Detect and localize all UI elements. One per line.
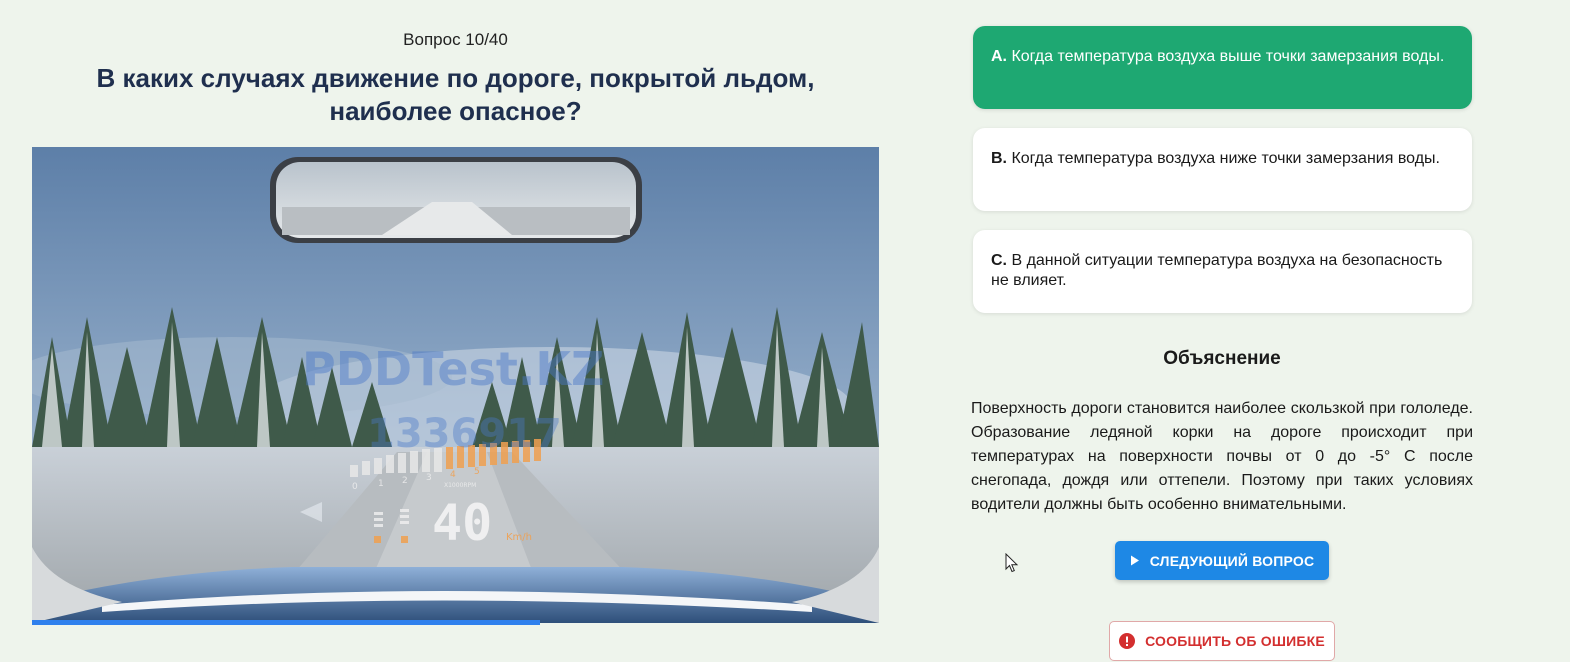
play-icon — [1130, 555, 1139, 566]
rpm-tick: 4 — [450, 470, 456, 480]
rpm-tick: 5 — [474, 467, 480, 477]
question-title: В каких случаях движение по дороге, покр… — [96, 63, 815, 126]
alert-circle-icon — [1119, 633, 1136, 649]
answer-text: В данной ситуации температура воздуха на… — [991, 252, 1443, 289]
mouse-pointer-icon — [1005, 553, 1019, 573]
speed-readout: 40 — [432, 494, 492, 552]
answer-letter: B. — [991, 150, 1012, 167]
explanation-text: Поверхность дороги становится наиболее с… — [971, 400, 1473, 513]
answer-text: Когда температура воздуха выше точки зам… — [1011, 48, 1445, 65]
next-question-button[interactable]: СЛЕДУЮЩИЙ ВОПРОС — [1115, 541, 1329, 580]
video-progress-track[interactable] — [32, 620, 879, 625]
rpm-tick: 0 — [352, 482, 358, 492]
explanation-title: Объяснение — [1163, 348, 1281, 369]
rpm-label: X1000RPM — [444, 482, 476, 489]
video-progress-fill — [32, 620, 541, 625]
report-error-button[interactable]: СООБЩИТЬ ОБ ОШИБКЕ — [1109, 621, 1335, 661]
rpm-tick: 2 — [402, 476, 408, 486]
watermark-id: 1336917 — [367, 411, 562, 457]
next-question-label: СЛЕДУЮЩИЙ ВОПРОС — [1149, 552, 1315, 569]
answer-letter: C. — [991, 252, 1012, 269]
rpm-tick: 3 — [426, 473, 432, 483]
answer-letter: A. — [991, 48, 1012, 65]
speed-unit: Km/h — [506, 532, 532, 543]
answer-option-c[interactable]: C. В данной ситуации температура воздуха… — [973, 230, 1472, 313]
rpm-tick: 1 — [378, 479, 384, 489]
answer-option-b[interactable]: B. Когда температура воздуха ниже точки … — [973, 128, 1472, 211]
answer-text: Когда температура воздуха ниже точки зам… — [1011, 150, 1440, 167]
question-image: 0 1 2 3 4 5 X1000RPM 40 Km/h PDDTest.KZ … — [32, 147, 879, 623]
watermark-site: PDDTest.KZ — [302, 342, 604, 396]
question-counter: Вопрос 10/40 — [403, 30, 508, 49]
answer-option-a[interactable]: A. Когда температура воздуха выше точки … — [973, 26, 1472, 109]
report-error-label: СООБЩИТЬ ОБ ОШИБКЕ — [1145, 633, 1325, 649]
